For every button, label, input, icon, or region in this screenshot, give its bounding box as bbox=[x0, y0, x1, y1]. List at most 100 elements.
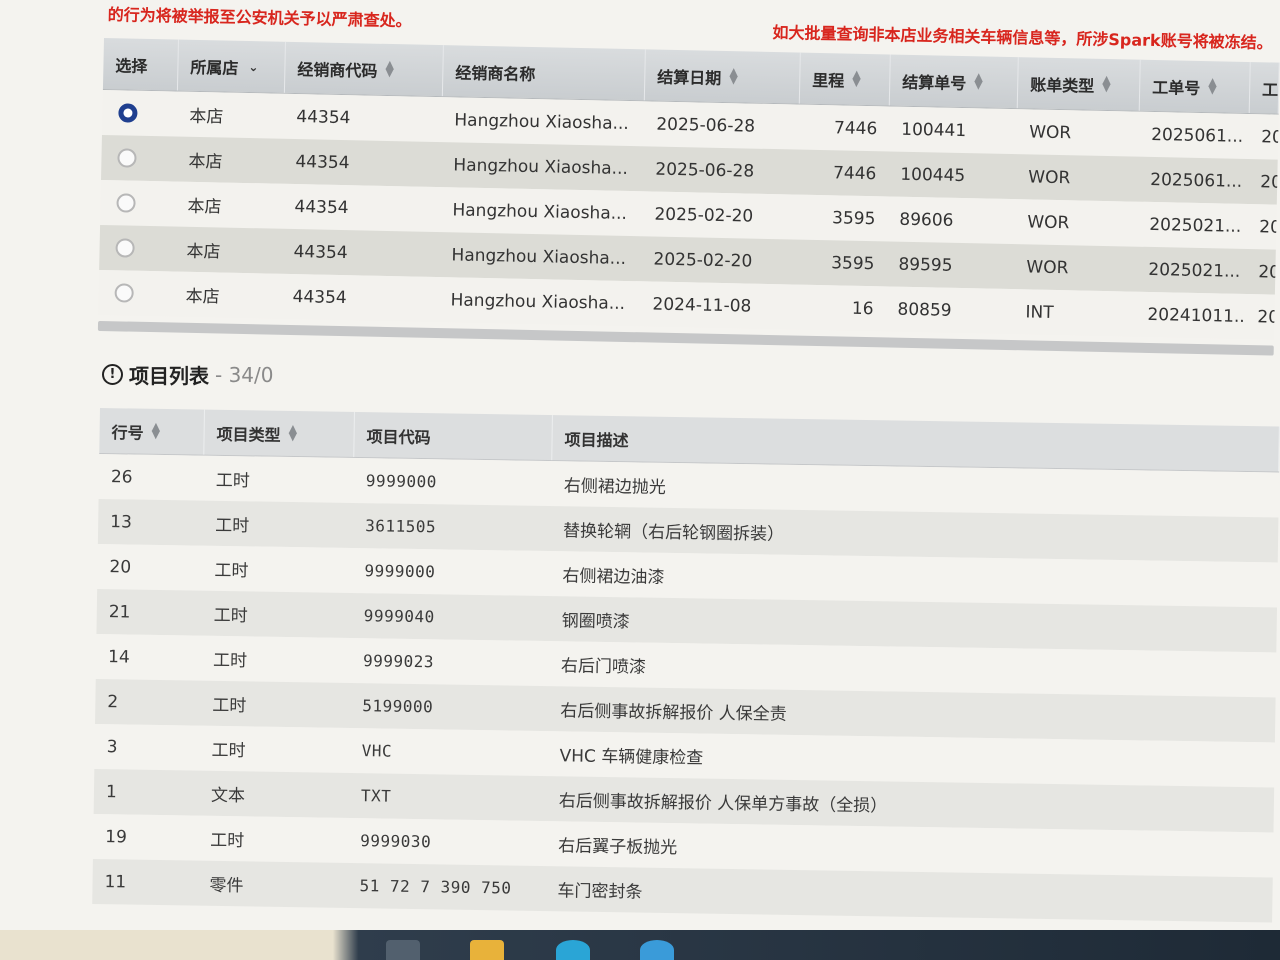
col-header-item-code: 项目代码 bbox=[354, 412, 553, 461]
cell-mileage: 16 bbox=[851, 298, 874, 319]
cell-code: 44354 bbox=[296, 106, 351, 128]
cell-order-no: 2025061... bbox=[1151, 124, 1244, 147]
settlement-table-body: 本店 44354 Hangzhou Xiaosha... 2025-06-28 7446… bbox=[98, 89, 1279, 340]
cell-extra: 20 bbox=[1257, 306, 1275, 328]
cell-item-line: 2 bbox=[107, 691, 119, 712]
cell-code: 44354 bbox=[294, 196, 349, 218]
cell-item-line: 20 bbox=[109, 556, 132, 578]
sort-icon[interactable]: ▲ ▼ bbox=[852, 67, 861, 88]
sort-icon[interactable]: ▲ ▼ bbox=[1102, 72, 1111, 93]
cell-extra: 20 bbox=[1258, 261, 1276, 283]
cell-item-type: 零件 bbox=[209, 875, 244, 897]
info-icon: ! bbox=[102, 364, 123, 385]
col-header-line-no[interactable]: 行号 ▲ ▼ bbox=[99, 408, 205, 455]
cell-item-type: 工时 bbox=[210, 830, 245, 852]
cell-item-code: 9999030 bbox=[360, 831, 432, 852]
cell-item-type: 文本 bbox=[210, 785, 246, 807]
cell-name: Hangzhou Xiaosha... bbox=[453, 154, 629, 179]
cell-item-line: 1 bbox=[105, 781, 117, 802]
col-header-extra: 工 bbox=[1249, 62, 1280, 114]
row-select-radio[interactable] bbox=[116, 193, 136, 213]
cell-item-code: VHC bbox=[361, 741, 393, 761]
cell-bill-type: INT bbox=[1025, 301, 1054, 323]
sort-icon[interactable]: ▲ ▼ bbox=[1208, 75, 1217, 96]
cell-item-type: 工时 bbox=[212, 650, 248, 672]
col-header-mileage[interactable]: 里程 ▲ ▼ bbox=[799, 52, 891, 106]
cell-item-code: 9999000 bbox=[365, 471, 437, 492]
col-header-item-type[interactable]: 项目类型 ▲ ▼ bbox=[204, 409, 355, 457]
cell-date: 2024-11-08 bbox=[652, 294, 752, 317]
cell-mileage: 3595 bbox=[830, 252, 875, 274]
col-header-settle-date[interactable]: 结算日期 ▲ ▼ bbox=[644, 49, 801, 104]
cell-item-desc: 右后门喷漆 bbox=[560, 656, 647, 678]
col-header-dealer-code[interactable]: 经销商代码 ▲ ▼ bbox=[284, 41, 444, 97]
cell-item-desc: 替换轮辋（右后轮钢圈拆装） bbox=[562, 521, 785, 545]
chevron-down-icon[interactable]: ⌄ bbox=[248, 60, 258, 74]
cell-name: Hangzhou Xiaosha... bbox=[450, 289, 626, 314]
items-table-body: 26 工时 9999000 右侧裙边抛光 13 工时 3611505 替换轮辋（右后轮钢圈拆装… bbox=[92, 453, 1280, 923]
row-select-radio[interactable] bbox=[114, 283, 134, 303]
cell-item-line: 3 bbox=[106, 736, 118, 757]
cell-name: Hangzhou Xiaosha... bbox=[452, 199, 628, 224]
cell-item-code: 5199000 bbox=[362, 696, 434, 717]
sort-icon[interactable]: ▲ ▼ bbox=[152, 419, 161, 440]
cell-order-no: 20241011... bbox=[1147, 304, 1246, 327]
items-table: 行号 ▲ ▼ 项目类型 ▲ ▼ 项目代码 项目描述 26 工时 9999000 右侧裙边抛光 1… bbox=[92, 408, 1280, 923]
cell-item-line: 13 bbox=[110, 511, 133, 533]
items-section-title: ! 项目列表 - 34/0 bbox=[102, 360, 274, 389]
cell-settle-no: 89606 bbox=[899, 209, 954, 231]
select-cell bbox=[101, 148, 176, 169]
col-header-store[interactable]: 所属店 ⌄ bbox=[177, 39, 286, 93]
cell-item-code: 51 72 7 390 750 bbox=[359, 876, 512, 898]
cell-item-type: 工时 bbox=[213, 605, 248, 627]
sort-icon[interactable]: ▲ ▼ bbox=[974, 70, 983, 91]
col-header-order-no[interactable]: 工单号 ▲ ▼ bbox=[1139, 59, 1251, 114]
cell-extra: 20 bbox=[1260, 171, 1278, 193]
select-cell bbox=[102, 103, 177, 124]
cell-item-code: 9999000 bbox=[364, 561, 436, 582]
cell-order-no: 2025021... bbox=[1148, 259, 1241, 282]
col-header-bill-type[interactable]: 账单类型 ▲ ▼ bbox=[1017, 57, 1141, 111]
cell-item-desc: 右后侧事故拆解报价 人保全责 bbox=[560, 701, 787, 725]
row-select-radio[interactable] bbox=[117, 148, 137, 168]
row-select-radio[interactable] bbox=[118, 103, 138, 123]
cell-item-line: 19 bbox=[105, 826, 128, 847]
cell-store: 本店 bbox=[189, 106, 224, 128]
cell-settle-no: 80859 bbox=[897, 299, 952, 321]
items-count: - 34/0 bbox=[215, 362, 274, 387]
sort-icon[interactable]: ▲ ▼ bbox=[729, 65, 738, 86]
cell-date: 2025-02-20 bbox=[654, 204, 754, 227]
cell-item-desc: 钢圈喷漆 bbox=[561, 611, 630, 633]
cell-item-type: 工时 bbox=[215, 515, 250, 537]
file-explorer-icon[interactable] bbox=[470, 940, 504, 960]
edge-icon[interactable] bbox=[640, 940, 674, 960]
settlement-table: 选择 所属店 ⌄ 经销商代码 ▲ ▼ 经销商名称 结算日期 ▲ ▼ 里程 ▲ ▼ 结算单号 ▲ ▼… bbox=[97, 38, 1280, 363]
cell-name: Hangzhou Xiaosha... bbox=[454, 109, 630, 134]
cell-mileage: 7446 bbox=[832, 162, 877, 184]
cell-date: 2025-02-20 bbox=[653, 249, 753, 272]
cell-store: 本店 bbox=[185, 286, 220, 308]
cell-bill-type: WOR bbox=[1028, 166, 1071, 188]
col-header-settle-no[interactable]: 结算单号 ▲ ▼ bbox=[889, 54, 1019, 109]
cell-item-desc: 右侧裙边油漆 bbox=[562, 566, 665, 588]
cell-item-code: 3611505 bbox=[365, 516, 437, 537]
taskbar bbox=[0, 930, 1280, 960]
cell-item-desc: 右后翼子板抛光 bbox=[558, 836, 678, 859]
browser-icon[interactable] bbox=[556, 940, 590, 960]
warning-text-left: 的行为将被举报至公安机关予以严肃查处。 bbox=[107, 4, 412, 31]
cell-name: Hangzhou Xiaosha... bbox=[451, 244, 627, 269]
cell-date: 2025-06-28 bbox=[655, 159, 755, 182]
cell-code: 44354 bbox=[295, 151, 350, 173]
sort-icon[interactable]: ▲ ▼ bbox=[288, 421, 297, 442]
cell-item-code: TXT bbox=[360, 786, 392, 806]
cell-store: 本店 bbox=[186, 241, 221, 263]
items-title-text: 项目列表 bbox=[129, 364, 209, 388]
row-select-radio[interactable] bbox=[115, 238, 135, 258]
task-view-icon[interactable] bbox=[386, 940, 420, 960]
cell-item-code: 9999023 bbox=[362, 651, 435, 672]
cell-code: 44354 bbox=[292, 286, 347, 308]
cell-code: 44354 bbox=[293, 241, 348, 263]
sort-icon[interactable]: ▲ ▼ bbox=[385, 57, 394, 78]
cell-order-no: 2025061... bbox=[1150, 169, 1243, 192]
cell-settle-no: 100445 bbox=[900, 164, 966, 186]
